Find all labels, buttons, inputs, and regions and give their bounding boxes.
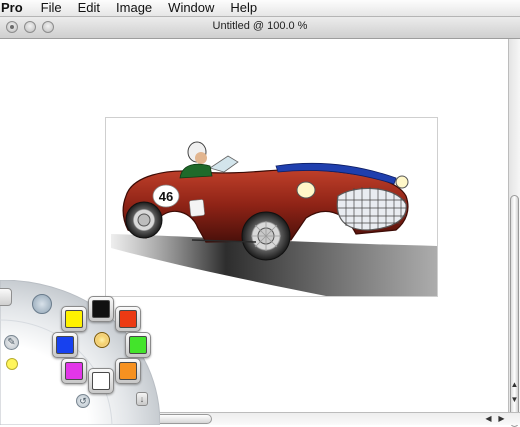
menu-image[interactable]: Image xyxy=(108,0,160,16)
document-canvas[interactable]: 46 xyxy=(105,117,438,297)
window-title-bar: Untitled @ 100.0 % xyxy=(0,17,520,39)
swatch-tile-magenta[interactable] xyxy=(61,358,87,384)
swatch-tile-white[interactable] xyxy=(88,368,114,394)
swatch-tile-blue[interactable] xyxy=(52,332,78,358)
swatch-magenta[interactable] xyxy=(65,362,83,380)
swap-icon[interactable]: ↺ xyxy=(76,394,90,408)
mode-icon[interactable]: ↓ xyxy=(136,392,148,406)
window-title: Untitled @ 100.0 % xyxy=(212,20,308,32)
menu-window[interactable]: Window xyxy=(160,0,222,16)
car-number: 46 xyxy=(159,189,173,204)
swatch-tile-red[interactable] xyxy=(115,306,141,332)
swatch-blue[interactable] xyxy=(56,336,74,354)
current-color-indicator[interactable] xyxy=(94,332,110,348)
swatch-orange[interactable] xyxy=(119,362,137,380)
menu-file[interactable]: File xyxy=(33,0,70,16)
swatch-tile-black[interactable] xyxy=(88,296,114,322)
menu-help[interactable]: Help xyxy=(222,0,265,16)
panel-toggle-icon[interactable] xyxy=(0,288,12,306)
vertical-scrollbar[interactable]: ▲ ▼ xyxy=(508,39,520,427)
scroll-up-arrow[interactable]: ▲ xyxy=(509,379,520,390)
brush-tool-icon[interactable] xyxy=(32,294,52,314)
scroll-left-arrow[interactable]: ◀ xyxy=(483,413,494,424)
vertical-scroll-thumb[interactable] xyxy=(510,195,519,427)
scroll-down-arrow[interactable]: ▼ xyxy=(509,394,520,405)
eyedropper-icon[interactable]: ✎ xyxy=(4,335,19,350)
side-color-dot[interactable] xyxy=(6,358,18,370)
swatch-tile-orange[interactable] xyxy=(115,358,141,384)
swatch-yellow[interactable] xyxy=(65,310,83,328)
menu-bar: Pro File Edit Image Window Help xyxy=(0,0,520,17)
swatch-red[interactable] xyxy=(119,310,137,328)
swatch-white[interactable] xyxy=(92,372,110,390)
swatch-tile-green[interactable] xyxy=(125,332,151,358)
menu-edit[interactable]: Edit xyxy=(70,0,108,16)
color-palette-widget[interactable]: ✎ ↺ ↓ xyxy=(0,280,160,425)
swatch-green[interactable] xyxy=(129,336,147,354)
scroll-right-arrow[interactable]: ▶ xyxy=(496,413,507,424)
swatch-black[interactable] xyxy=(92,300,110,318)
swatch-tile-yellow[interactable] xyxy=(61,306,87,332)
menu-app-name[interactable]: Pro xyxy=(0,0,33,16)
race-car-artwork: 46 xyxy=(111,141,437,296)
